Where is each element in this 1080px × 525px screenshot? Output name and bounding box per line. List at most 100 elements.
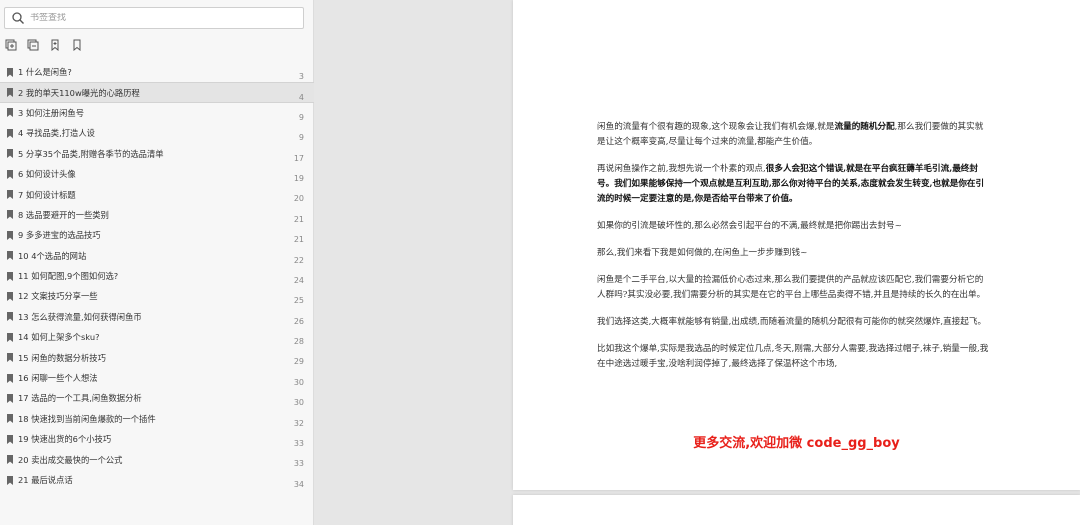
bookmark-search[interactable]: [4, 7, 304, 29]
bookmark-item[interactable]: 17 选品的一个工具,闲鱼数据分析 30: [0, 388, 314, 408]
bookmark-sidebar: 1 什么是闲鱼? 32 我的单天110w曝光的心路历程4 3 如何注册闲鱼号 94 寻…: [0, 0, 314, 525]
bookmark-item[interactable]: 6 如何设计头像 19: [0, 164, 314, 184]
bookmark-item[interactable]: 7 如何设计标题 20: [0, 184, 314, 204]
bookmark-page-number: 17: [293, 153, 304, 163]
bookmark-item[interactable]: 9 多多进宝的选品技巧 21: [0, 225, 314, 245]
bookmark-label: 18 快速找到当前闲鱼爆款的一个插件: [18, 413, 156, 424]
text-run: 比如我这个爆单,实际是我选品的时候定位几点,冬天,刚需,大部分人需要,我选择过帽…: [597, 344, 989, 369]
bookmark-label: 7 如何设计标题: [18, 189, 76, 200]
bookmark-page-number: 9: [298, 112, 304, 122]
bookmark-item[interactable]: 13 怎么获得流量,如何获得闲鱼币 26: [0, 307, 314, 327]
bookmark-label: 11 如何配图,9个图如何选?: [18, 271, 119, 282]
bookmark-page-number: 19: [293, 173, 304, 183]
text-run: 那么,我们来看下我是如何做的,在闲鱼上一步步赚到钱~: [597, 248, 808, 258]
document-page: 闲鱼的流量有个很有趣的现象,这个现象会让我们有机会爆,就是流量的随机分配,那么我…: [513, 0, 1080, 490]
bookmark-icon: [7, 271, 13, 281]
bookmark-page-number: 3: [298, 72, 304, 81]
bookmark-icon: [7, 291, 13, 301]
promo-text: 更多交流,欢迎加微 code_gg_boy: [693, 436, 900, 451]
add-bookmark-button[interactable]: [48, 38, 61, 51]
bookmark-page-number: 24: [293, 275, 304, 285]
bookmark-page-number: 33: [293, 439, 304, 449]
document-view[interactable]: 闲鱼的流量有个很有趣的现象,这个现象会让我们有机会爆,就是流量的随机分配,那么我…: [315, 0, 1080, 525]
bookmark-icon: [7, 67, 13, 77]
bookmark-icon: [7, 190, 13, 200]
bookmark-label: 3 如何注册闲鱼号: [18, 107, 84, 118]
bookmark-label: 6 如何设计头像: [18, 169, 76, 180]
bookmark-icon: [7, 210, 13, 220]
bookmark-icon: [7, 373, 13, 383]
bookmark-label: 20 卖出成交最快的一个公式: [18, 454, 123, 465]
search-icon: [12, 12, 24, 24]
bookmark-item[interactable]: 14 如何上架多个sku? 28: [0, 327, 314, 347]
bookmark-label: 14 如何上架多个sku?: [18, 332, 100, 343]
bookmark-item[interactable]: 18 快速找到当前闲鱼爆款的一个插件 32: [0, 409, 314, 429]
bookmark-icon: [7, 88, 13, 98]
bookmark-icon: [7, 230, 13, 240]
collapse-all-button[interactable]: [26, 38, 39, 51]
bookmark-page-number: 21: [293, 214, 304, 224]
text-run: 闲鱼的流量有个很有趣的现象,这个现象会让我们有机会爆,就是: [597, 122, 835, 132]
bookmark-toolbar: [4, 38, 83, 51]
bookmark-item[interactable]: 15 闲鱼的数据分析技巧 29: [0, 347, 314, 367]
expand-all-icon: [5, 39, 16, 50]
bookmark-label: 10 4个选品的网站: [18, 250, 87, 261]
bookmark-item[interactable]: 21 最后说点话 34: [0, 470, 314, 490]
bookmark-icon: [7, 108, 13, 118]
bookmark-item[interactable]: 8 选品要避开的一些类别 21: [0, 205, 314, 225]
bookmark-icon: [7, 434, 13, 444]
next-page: [513, 495, 1080, 525]
bookmark-label: 2 我的单天110w曝光的心路历程: [18, 87, 140, 98]
bookmark-item[interactable]: 10 4个选品的网站 22: [0, 246, 314, 266]
bookmark-icon: [7, 251, 13, 261]
bookmark-icon: [7, 169, 13, 179]
page-content: 闲鱼的流量有个很有趣的现象,这个现象会让我们有机会爆,就是流量的随机分配,那么我…: [597, 120, 989, 384]
bookmark-label: 15 闲鱼的数据分析技巧: [18, 352, 106, 363]
bookmark-label: 1 什么是闲鱼?: [18, 67, 72, 78]
bookmark-label: 16 闲聊一些个人想法: [18, 373, 98, 384]
bookmark-page-number: 9: [298, 133, 304, 143]
bookmark-item[interactable]: 4 寻找品类,打造人设 9: [0, 123, 314, 143]
bookmark-item[interactable]: 5 分享35个品类,附赠各季节的选品清单 17: [0, 144, 314, 164]
bookmark-page-number: 21: [293, 235, 304, 245]
bookmark-item[interactable]: 19 快速出货的6个小技巧 33: [0, 429, 314, 449]
bookmark-label: 17 选品的一个工具,闲鱼数据分析: [18, 393, 142, 404]
bookmark-item[interactable]: 2 我的单天110w曝光的心路历程 4: [0, 82, 314, 103]
bookmark-item[interactable]: 20 卖出成交最快的一个公式 33: [0, 449, 314, 469]
paragraph: 我们选择这类,大概率就能够有销量,出成绩,而随着流量的随机分配很有可能你的就突然…: [597, 315, 989, 330]
bookmark-outline-button[interactable]: [70, 38, 83, 51]
bookmark-label: 19 快速出货的6个小技巧: [18, 434, 112, 445]
bookmark-label: 13 怎么获得流量,如何获得闲鱼币: [18, 311, 142, 322]
text-run: 闲鱼是个二手平台,以大量的捡漏低价心态过来,那么我们要提供的产品就应该匹配它,我…: [597, 275, 986, 300]
bookmark-icon: [7, 393, 13, 403]
bookmark-icon: [7, 128, 13, 138]
bookmark-page-number: 32: [293, 418, 304, 428]
bookmark-page-number: 22: [293, 255, 304, 265]
bookmark-item[interactable]: 16 闲聊一些个人想法 30: [0, 368, 314, 388]
bookmark-label: 12 文案技巧分享一些: [18, 291, 98, 302]
bookmark-icon: [7, 353, 13, 363]
bookmark-icon: [7, 475, 13, 485]
bold-text: 流量的随机分配: [834, 122, 895, 132]
bookmark-icon: [7, 312, 13, 322]
bookmark-item[interactable]: 1 什么是闲鱼? 3: [0, 62, 314, 82]
bookmark-page-number: 20: [293, 194, 304, 204]
bookmark-item[interactable]: 11 如何配图,9个图如何选? 24: [0, 266, 314, 286]
bookmark-item[interactable]: 3 如何注册闲鱼号 9: [0, 103, 314, 123]
bookmark-icon: [7, 332, 13, 342]
expand-all-button[interactable]: [4, 38, 17, 51]
bookmark-search-input[interactable]: [30, 13, 290, 23]
bookmark-item[interactable]: 12 文案技巧分享一些 25: [0, 286, 314, 306]
bookmark-page-number: 28: [293, 337, 304, 347]
bookmark-label: 8 选品要避开的一些类别: [18, 209, 109, 220]
paragraph: 那么,我们来看下我是如何做的,在闲鱼上一步步赚到钱~: [597, 246, 989, 261]
bookmark-label: 5 分享35个品类,附赠各季节的选品清单: [18, 148, 164, 159]
bookmark-icon: [7, 414, 13, 424]
paragraph: 闲鱼是个二手平台,以大量的捡漏低价心态过来,那么我们要提供的产品就应该匹配它,我…: [597, 273, 989, 303]
bookmark-page-number: 25: [293, 296, 304, 306]
bookmark-page-number: 34: [293, 479, 304, 489]
bookmark-label: 9 多多进宝的选品技巧: [18, 230, 101, 241]
bookmark-label: 21 最后说点话: [18, 475, 73, 485]
bookmark-icon: [7, 455, 13, 465]
bookmark-icon: [7, 149, 13, 159]
